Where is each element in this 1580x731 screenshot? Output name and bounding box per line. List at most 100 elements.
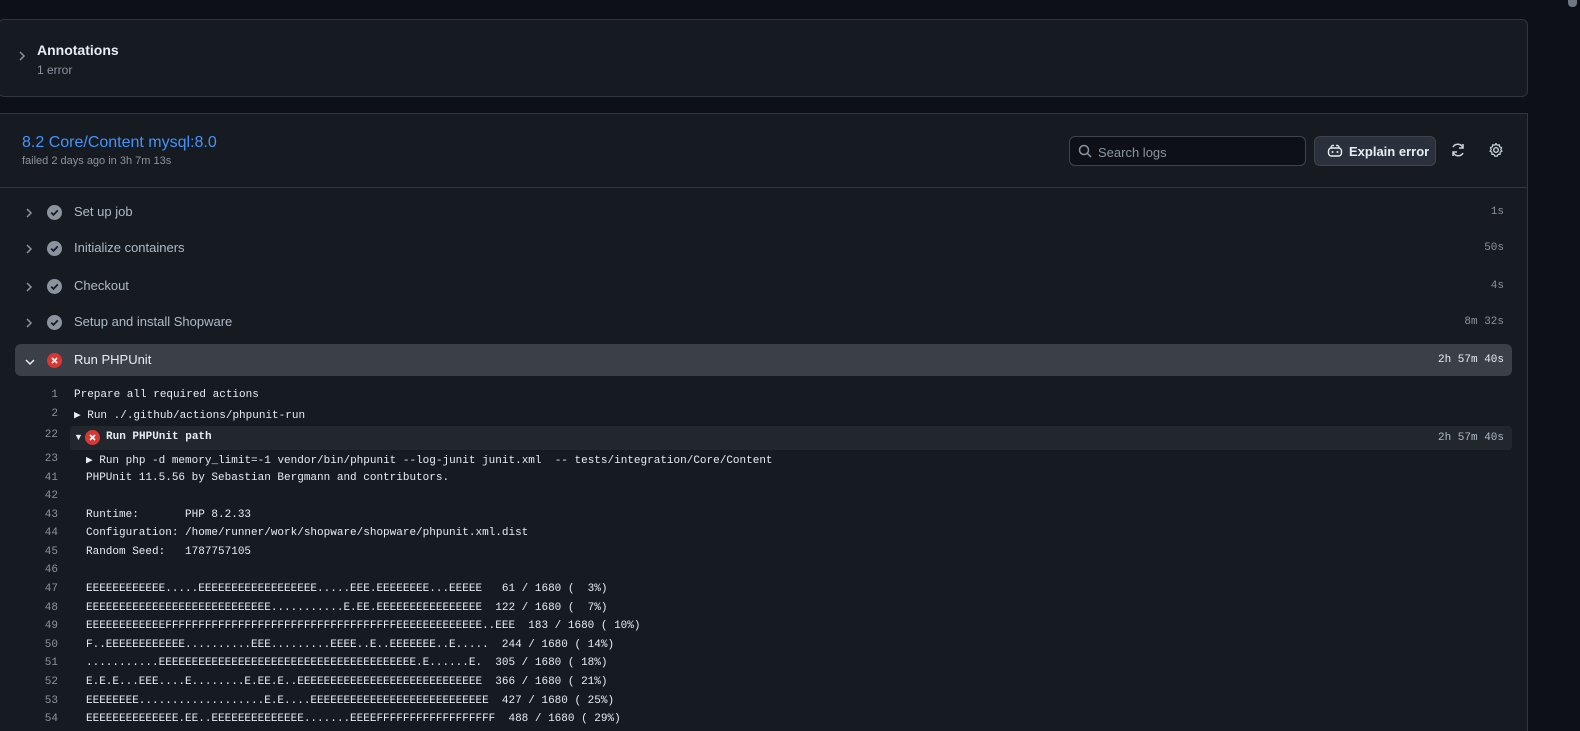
log-line: 43 Runtime: PHP 8.2.33 bbox=[0, 506, 1520, 525]
log-group-run-phpunit-path[interactable]: ▼ Run PHPUnit path 2h 57m 40s bbox=[70, 426, 1512, 450]
log-text: EEEEEEEEEEEEFFFFFFFFFFFFFFFFFFFFFFFFFFFF… bbox=[86, 620, 641, 632]
line-number[interactable]: 50 bbox=[20, 639, 58, 651]
group-expand-arrow: ▼ bbox=[74, 432, 83, 442]
log-line: 1 Prepare all required actions bbox=[0, 386, 1520, 405]
step-name: Run PHPUnit bbox=[74, 352, 152, 367]
log-line[interactable]: 23 ▶ Run php -d memory_limit=-1 vendor/bi… bbox=[0, 450, 1520, 469]
line-number[interactable]: 48 bbox=[20, 602, 58, 614]
step-name: Initialize containers bbox=[74, 240, 185, 255]
log-line: 53 EEEEEEEE...................E.E....EEEE… bbox=[0, 692, 1520, 711]
log-line: 49 EEEEEEEEEEEEFFFFFFFFFFFFFFFFFFFFFFFFFF… bbox=[0, 617, 1520, 636]
step-name: Checkout bbox=[74, 278, 129, 293]
job-header: 8.2 Core/Content mysql:8.0 failed 2 days… bbox=[0, 114, 1528, 188]
step-run-phpunit[interactable]: Run PHPUnit 2h 57m 40s bbox=[15, 344, 1512, 376]
chevron-down-icon bbox=[24, 354, 36, 372]
line-number[interactable]: 2 bbox=[20, 408, 58, 420]
line-number[interactable]: 49 bbox=[20, 620, 58, 632]
line-number[interactable]: 51 bbox=[20, 657, 58, 669]
step-initialize-containers[interactable]: Initialize containers 50s bbox=[15, 232, 1512, 264]
rerun-button[interactable] bbox=[1447, 140, 1469, 162]
annotations-panel[interactable]: Annotations 1 error bbox=[0, 19, 1528, 97]
chevron-right-icon bbox=[24, 206, 34, 224]
x-circle-icon bbox=[47, 353, 62, 368]
line-number[interactable]: 53 bbox=[20, 695, 58, 707]
line-number[interactable]: 43 bbox=[20, 509, 58, 521]
log-text: Configuration: /home/runner/work/shopwar… bbox=[86, 527, 529, 539]
log-text: Runtime: PHP 8.2.33 bbox=[86, 509, 252, 521]
log-text: EEEEEEEEEEEEEE.EE..EEEEEEEEEEEEEE.......… bbox=[86, 713, 621, 725]
log-line: 44 Configuration: /home/runner/work/shopw… bbox=[0, 524, 1520, 543]
workflow-run-page: Annotations 1 error 8.2 Core/Content mys… bbox=[0, 0, 1580, 731]
step-checkout[interactable]: Checkout 4s bbox=[15, 270, 1512, 302]
check-circle-icon bbox=[47, 205, 62, 220]
chevron-right-icon bbox=[24, 280, 34, 298]
log-line: 51 ...........EEEEEEEEEEEEEEEEEEEEEEEEEEE… bbox=[0, 654, 1520, 673]
step-setup-and-install-shopware[interactable]: Setup and install Shopware 8m 32s bbox=[15, 306, 1512, 338]
annotations-title: Annotations bbox=[37, 42, 119, 58]
copilot-icon bbox=[1327, 144, 1343, 161]
line-number[interactable]: 52 bbox=[20, 676, 58, 688]
step-duration: 8m 32s bbox=[1464, 316, 1504, 328]
line-number[interactable]: 22 bbox=[20, 429, 58, 441]
job-status-text: failed 2 days ago in 3h 7m 13s bbox=[22, 155, 172, 167]
step-duration: 4s bbox=[1490, 280, 1504, 292]
log-line: 52 E.E.E...EEE....E........E.EE.E..EEEEEE… bbox=[0, 673, 1520, 692]
refresh-icon bbox=[1450, 142, 1466, 161]
step-name: Set up job bbox=[74, 204, 133, 219]
step-duration: 1s bbox=[1490, 206, 1504, 218]
log-text: ▶ Run php -d memory_limit=-1 vendor/bin/… bbox=[86, 455, 773, 467]
log-line: 42 bbox=[0, 487, 1520, 506]
line-number[interactable]: 45 bbox=[20, 546, 58, 558]
search-logs-input[interactable] bbox=[1098, 141, 1298, 163]
job-title[interactable]: 8.2 Core/Content mysql:8.0 bbox=[22, 134, 217, 152]
log-text: Random Seed: 1787757105 bbox=[86, 546, 252, 558]
log-text: Prepare all required actions bbox=[74, 389, 259, 401]
log-line[interactable]: 2 ▶ Run ./.github/actions/phpunit-run bbox=[0, 405, 1520, 424]
log-line: 54 EEEEEEEEEEEEEE.EE..EEEEEEEEEEEEEE.....… bbox=[0, 710, 1520, 729]
group-name: Run PHPUnit path bbox=[106, 431, 212, 443]
log-line: 41 PHPUnit 11.5.56 by Sebastian Bergmann … bbox=[0, 469, 1520, 488]
chevron-right-icon bbox=[24, 242, 34, 260]
log-line: 48 EEEEEEEEEEEEEEEEEEEEEEEEEEEE..........… bbox=[0, 599, 1520, 618]
line-number[interactable]: 47 bbox=[20, 583, 58, 595]
explain-error-label: Explain error bbox=[1349, 144, 1430, 159]
search-icon bbox=[1078, 144, 1092, 163]
scrollbar-thumb[interactable] bbox=[1568, 0, 1577, 7]
chevron-right-icon bbox=[24, 316, 34, 334]
log-line: 46 bbox=[0, 561, 1520, 580]
log-text: F..EEEEEEEEEEEE..........EEE.........EEE… bbox=[86, 639, 615, 651]
log-line: 47 EEEEEEEEEEEE.....EEEEEEEEEEEEEEEEEE...… bbox=[0, 580, 1520, 599]
log-line: 50 F..EEEEEEEEEEEE..........EEE.........E… bbox=[0, 636, 1520, 655]
step-name: Setup and install Shopware bbox=[74, 314, 233, 329]
line-number[interactable]: 54 bbox=[20, 713, 58, 725]
log-text: EEEEEEEEEEEE.....EEEEEEEEEEEEEEEEEE.....… bbox=[86, 583, 608, 595]
step-duration: 50s bbox=[1484, 242, 1504, 254]
annotations-count: 1 error bbox=[37, 63, 73, 77]
settings-button[interactable] bbox=[1485, 140, 1507, 162]
check-circle-icon bbox=[47, 241, 62, 256]
log-text: EEEEEEEE...................E.E....EEEEEE… bbox=[86, 695, 615, 707]
log-text: EEEEEEEEEEEEEEEEEEEEEEEEEEEE...........E… bbox=[86, 602, 608, 614]
search-logs-box[interactable] bbox=[1069, 136, 1306, 166]
gear-icon bbox=[1488, 142, 1504, 161]
explain-error-button[interactable]: Explain error bbox=[1314, 136, 1436, 166]
chevron-right-icon[interactable] bbox=[17, 50, 29, 64]
log-text: E.E.E...EEE....E........E.EE.E..EEEEEEEE… bbox=[86, 676, 608, 688]
line-number[interactable]: 46 bbox=[20, 564, 58, 576]
page-scrollbar[interactable] bbox=[1565, 0, 1580, 731]
check-circle-icon bbox=[47, 279, 62, 294]
group-duration: 2h 57m 40s bbox=[1437, 432, 1504, 444]
line-number[interactable]: 1 bbox=[20, 389, 58, 401]
log-text: PHPUnit 11.5.56 by Sebastian Bergmann an… bbox=[86, 472, 450, 484]
step-set-up-job[interactable]: Set up job 1s bbox=[15, 196, 1512, 228]
line-number[interactable]: 44 bbox=[20, 527, 58, 539]
x-circle-icon bbox=[85, 430, 100, 450]
step-duration: 2h 57m 40s bbox=[1437, 354, 1504, 366]
line-number[interactable]: 23 bbox=[20, 453, 58, 465]
log-text: ▶ Run ./.github/actions/phpunit-run bbox=[74, 410, 306, 422]
line-number[interactable]: 42 bbox=[20, 490, 58, 502]
line-number[interactable]: 41 bbox=[20, 472, 58, 484]
log-line: 45 Random Seed: 1787757105 bbox=[0, 543, 1520, 562]
log-text: ...........EEEEEEEEEEEEEEEEEEEEEEEEEEEEE… bbox=[86, 657, 608, 669]
check-circle-icon bbox=[47, 315, 62, 330]
